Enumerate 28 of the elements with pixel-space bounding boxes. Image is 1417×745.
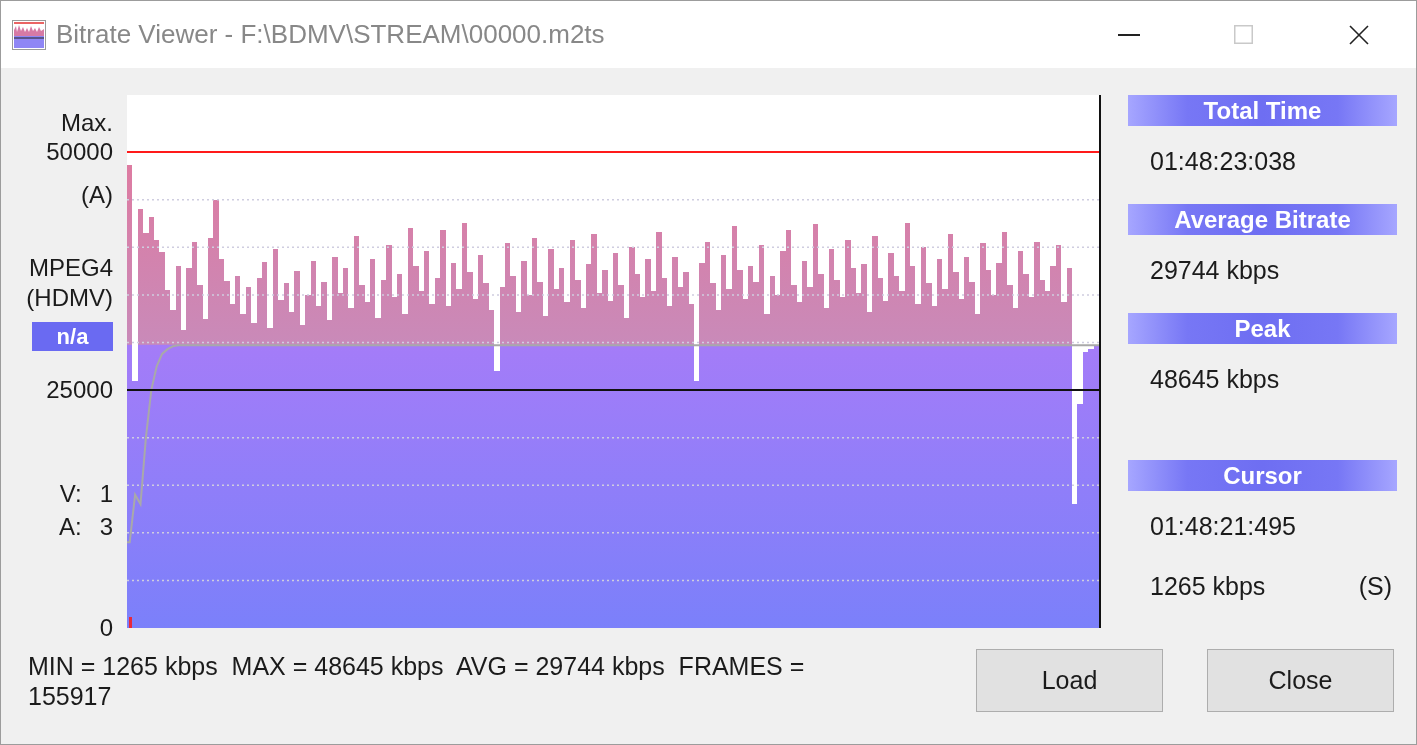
format-label: MPEG4 <box>28 253 113 283</box>
marker-icon <box>129 617 132 628</box>
close-button[interactable]: Close <box>1207 649 1394 712</box>
info-value: 01:48:21:495 <box>1150 511 1296 541</box>
stream-count: 1 <box>99 479 113 509</box>
info-value: 29744 kbps <box>1150 255 1280 285</box>
stream-label: V: <box>59 479 82 509</box>
format-detail-label: (HDMV) <box>26 283 113 313</box>
stream-count: 3 <box>99 512 113 542</box>
section-header: Total Time <box>1128 95 1397 126</box>
load-button[interactable]: Load <box>976 649 1163 712</box>
info-value: 01:48:23:038 <box>1150 146 1296 176</box>
window-title: Bitrate Viewer - F:\BDMV\STREAM\00000.m2ts <box>56 19 605 50</box>
stream-label: A: <box>58 512 82 542</box>
stats-text: MIN = 1265 kbps MAX = 48645 kbps AVG = 29744 kbps FRAMES = 155917 <box>28 651 806 711</box>
section-header: Cursor <box>1128 460 1397 491</box>
axis-tick-label: 50000 <box>46 137 113 168</box>
status-badge: n/a <box>32 322 113 351</box>
info-value: 48645 kbps <box>1150 364 1280 394</box>
bar-chart-icon <box>12 19 46 50</box>
info-value: 1265 kbps <box>1150 571 1266 601</box>
max-label: Max. <box>61 108 113 138</box>
mode-label: (A) <box>81 180 113 210</box>
info-suffix: (S) <box>1358 571 1392 601</box>
section-header: Peak <box>1128 313 1397 344</box>
axis-tick-label: 25000 <box>46 375 113 406</box>
section-header: Average Bitrate <box>1128 204 1397 235</box>
axis-tick-label: 0 <box>99 613 113 643</box>
